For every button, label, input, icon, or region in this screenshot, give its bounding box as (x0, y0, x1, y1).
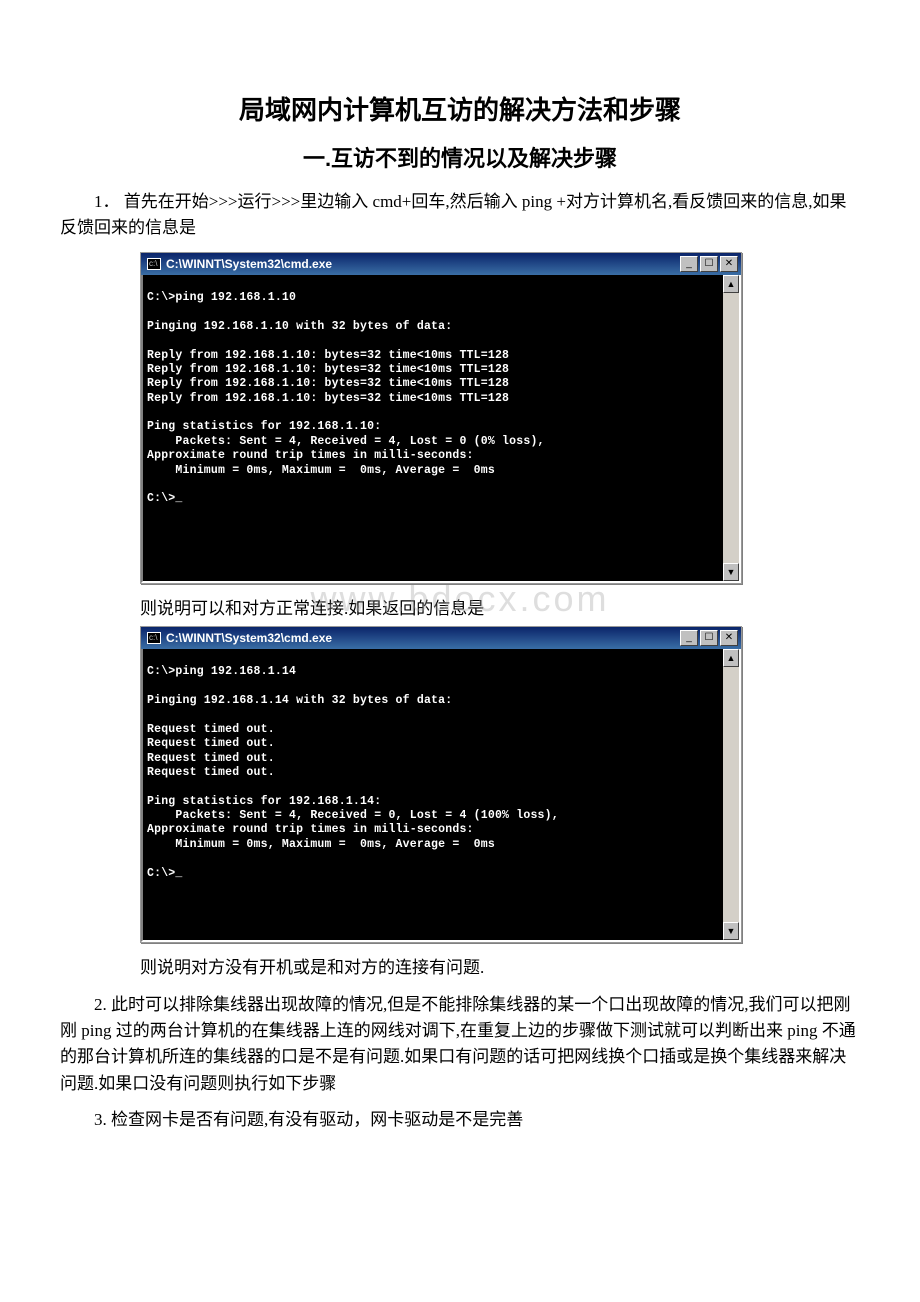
section1-title: 一.互访不到的情况以及解决步骤 (60, 141, 860, 173)
scroll-up-button[interactable]: ▲ (723, 649, 739, 667)
minimize-button[interactable]: _ (680, 256, 698, 272)
caption-connect-ok: 则说明可以和对方正常连接.如果返回的信息是 (140, 596, 860, 622)
close-button[interactable]: ✕ (720, 630, 738, 646)
window-controls: _ ☐ ✕ (680, 630, 738, 646)
terminal-body-outer: C:\>ping 192.168.1.10 Pinging 192.168.1.… (141, 275, 741, 583)
document-page: 局域网内计算机互访的解决方法和步骤 一.互访不到的情况以及解决步骤 1． 首先在… (0, 0, 920, 1203)
scroll-up-button[interactable]: ▲ (723, 275, 739, 293)
cmd-icon: c:\ (147, 632, 161, 644)
scrollbar[interactable]: ▲ ▼ (723, 275, 739, 581)
paragraph-3: 3. 检查网卡是否有问题,有没有驱动，网卡驱动是不是完善 (60, 1107, 860, 1133)
maximize-button[interactable]: ☐ (700, 256, 718, 272)
window-controls: _ ☐ ✕ (680, 256, 738, 272)
terminal-output: C:\>ping 192.168.1.14 Pinging 192.168.1.… (143, 649, 723, 941)
doc-title: 局域网内计算机互访的解决方法和步骤 (60, 90, 860, 127)
paragraph-1: 1． 首先在开始>>>运行>>>里边输入 cmd+回车,然后输入 ping +对… (60, 189, 860, 242)
titlebar-text: C:\WINNT\System32\cmd.exe (166, 631, 680, 645)
scroll-down-button[interactable]: ▼ (723, 563, 739, 581)
caption-connect-fail: 则说明对方没有开机或是和对方的连接有问题. (140, 955, 860, 981)
paragraph-2: 2. 此时可以排除集线器出现故障的情况,但是不能排除集线器的某一个口出现故障的情… (60, 992, 860, 1097)
scrollbar[interactable]: ▲ ▼ (723, 649, 739, 941)
terminal-output: C:\>ping 192.168.1.10 Pinging 192.168.1.… (143, 275, 723, 581)
scroll-down-button[interactable]: ▼ (723, 922, 739, 940)
close-button[interactable]: ✕ (720, 256, 738, 272)
watermark-holder: 则说明可以和对方正常连接.如果返回的信息是 www.bdocx.com (60, 596, 860, 622)
scroll-track[interactable] (723, 667, 739, 923)
cmd-icon: c:\ (147, 258, 161, 270)
maximize-button[interactable]: ☐ (700, 630, 718, 646)
scroll-track[interactable] (723, 293, 739, 563)
terminal-body-outer: C:\>ping 192.168.1.14 Pinging 192.168.1.… (141, 649, 741, 943)
cmd-window-timeout: c:\ C:\WINNT\System32\cmd.exe _ ☐ ✕ C:\>… (140, 626, 742, 944)
titlebar: c:\ C:\WINNT\System32\cmd.exe _ ☐ ✕ (141, 253, 741, 275)
cmd-window-success: c:\ C:\WINNT\System32\cmd.exe _ ☐ ✕ C:\>… (140, 252, 742, 584)
minimize-button[interactable]: _ (680, 630, 698, 646)
titlebar: c:\ C:\WINNT\System32\cmd.exe _ ☐ ✕ (141, 627, 741, 649)
titlebar-text: C:\WINNT\System32\cmd.exe (166, 257, 680, 271)
